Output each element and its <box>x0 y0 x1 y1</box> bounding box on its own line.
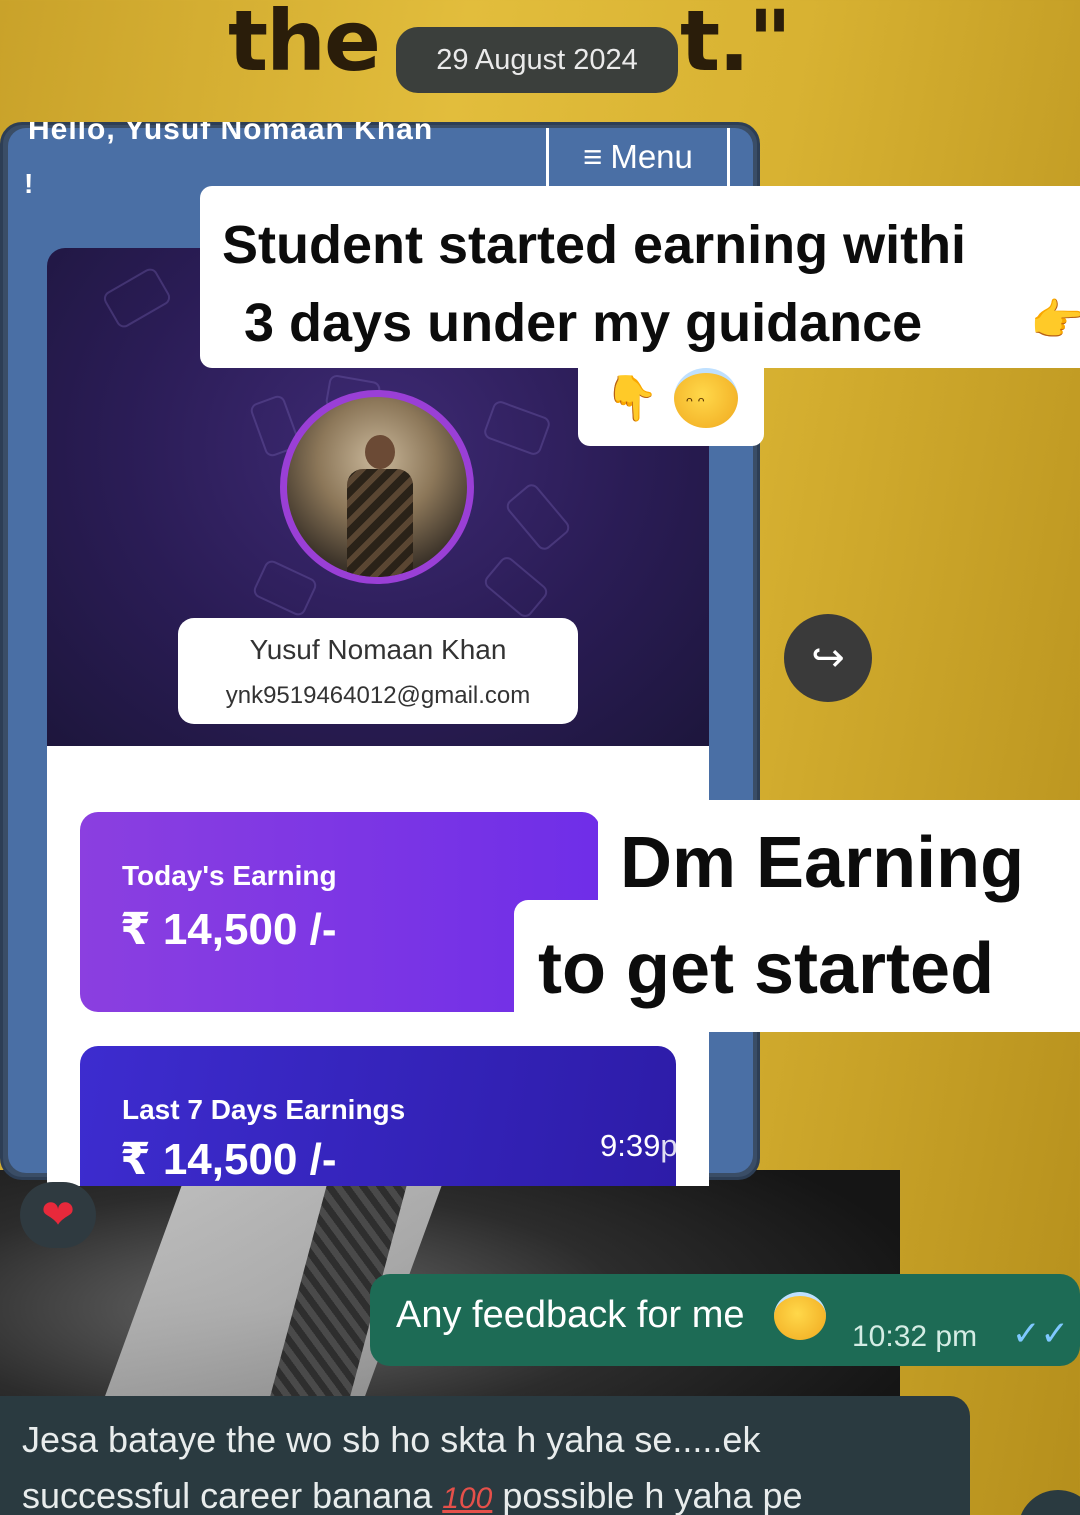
caption-2-line2: to get started <box>538 929 995 1009</box>
date-chip: 29 August 2024 <box>396 27 678 93</box>
pointing-left-icon: 👉 <box>1030 296 1080 345</box>
money-bill-icon <box>251 558 319 618</box>
scroll-down-button[interactable] <box>1018 1490 1080 1515</box>
caption-1-line2-wrap: 3 days under my guidance <box>222 284 1080 362</box>
greeting-text: Hello, Yusuf Nomaan Khan <box>28 122 434 146</box>
avatar-figure-head <box>365 435 395 469</box>
background-headline-right: t." <box>680 0 792 90</box>
forward-button[interactable]: ↪ <box>784 614 872 702</box>
money-bill-icon <box>101 265 173 331</box>
message-time: 9:39 <box>600 1128 661 1163</box>
last7-earning-label: Last 7 Days Earnings <box>122 1094 406 1125</box>
heart-icon: ❤ <box>41 1193 75 1237</box>
today-earning-value: ₹ 14,500 /- <box>120 905 337 954</box>
outgoing-message-time: 10:32 pm <box>852 1320 978 1353</box>
money-bill-icon <box>481 553 551 621</box>
menu-button[interactable]: ≡ Menu <box>546 128 730 186</box>
caption-2-line1: Dm Earning <box>620 823 1025 903</box>
user-info-card: Yusuf Nomaan Khan ynk9519464012@gmail.co… <box>178 618 578 724</box>
incoming-message-line2-a: successful career banana <box>22 1475 433 1515</box>
read-receipt-icon: ✓✓ <box>1012 1315 1069 1353</box>
message-time-suffix: pm <box>660 1128 704 1163</box>
last7-earning-card: Last 7 Days Earnings ₹ 14,500 /- <box>80 1046 676 1186</box>
money-bill-icon <box>503 481 573 553</box>
caption-1: Student started earning withi 3 days und… <box>222 206 1080 362</box>
incoming-message-text: Jesa bataye the wo sb ho skta h yaha se.… <box>22 1412 962 1515</box>
background-headline-left: the <box>228 0 381 90</box>
today-earning-label: Today's Earning <box>122 860 337 891</box>
last7-earning-value: ₹ 14,500 /- <box>120 1135 337 1184</box>
avatar <box>280 390 474 584</box>
reaction-badge[interactable]: ❤ <box>20 1182 96 1248</box>
background-headline: the t." <box>228 0 792 90</box>
user-name: Yusuf Nomaan Khan <box>249 634 507 665</box>
menu-label: Menu <box>610 138 693 175</box>
avatar-figure-body <box>347 469 413 577</box>
smiling-halo-icon: ᵔ ᵔ <box>674 368 738 428</box>
message-timestamp: 9:39pm <box>600 1128 703 1164</box>
pointing-down-icon: 👇 <box>604 374 659 423</box>
hundred-points-icon: 100 <box>442 1482 493 1515</box>
hamburger-icon: ≡ <box>583 138 603 175</box>
caption-1-line1: Student started earning withi <box>222 215 967 275</box>
forward-icon: ↪ <box>811 636 845 680</box>
outgoing-message-text: Any feedback for me <box>396 1294 745 1336</box>
user-email: ynk9519464012@gmail.com <box>225 682 531 709</box>
incoming-message-line1: Jesa bataye the wo sb ho skta h yaha se.… <box>22 1419 761 1460</box>
money-bill-icon <box>481 398 553 458</box>
incoming-message-line2-b: possible h yaha pe <box>502 1475 803 1515</box>
greeting-exclamation: ! <box>24 168 34 199</box>
caption-1-line2: 3 days under my guidance <box>244 293 923 353</box>
incoming-message-line2: successful career banana 100 possible h … <box>22 1468 962 1515</box>
smiling-halo-icon <box>774 1292 826 1340</box>
